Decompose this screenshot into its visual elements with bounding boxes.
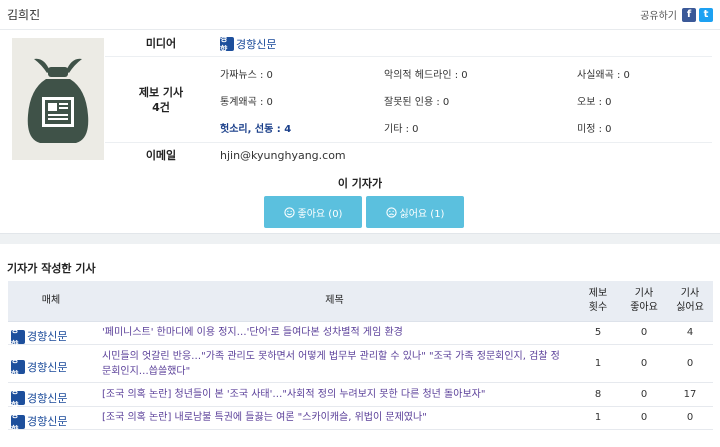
avatar bbox=[12, 38, 104, 160]
media-name: 경향신문 bbox=[236, 37, 277, 51]
article-title-link[interactable]: [조국 의혹 논란] 청년들이 본 '조국 사태'…"사회적 정의 누려보지 못… bbox=[94, 382, 575, 407]
stat-other: 기타 : 0 bbox=[384, 124, 419, 135]
row-likes: 0 bbox=[621, 321, 667, 345]
money-bag-newspaper-icon bbox=[27, 58, 89, 143]
stat-malicious-headline: 악의적 헤드라인 : 0 bbox=[384, 70, 468, 81]
row-reports: 1 bbox=[575, 344, 621, 383]
row-media: 경향신문 bbox=[27, 360, 68, 374]
media-link[interactable]: 경향 경향신문 bbox=[11, 325, 68, 349]
dislike-label: 싫어요 (1) bbox=[399, 208, 445, 220]
reporter-card: 김희진 공유하기 f t 미디어 경향 경향신문 제보 기사 4건 가짜뉴스:… bbox=[0, 0, 720, 234]
table-row[interactable]: 경향 경향신문 [조국 의혹 논란] 내로남불 특권에 들끓는 여론 "스카이캐슬… bbox=[8, 406, 713, 434]
reporter-header: 김희진 공유하기 f t bbox=[0, 0, 720, 30]
twitter-share-icon[interactable]: t bbox=[699, 7, 713, 22]
row-reports: 5 bbox=[575, 321, 621, 345]
col-likes: 기사 좋아요 bbox=[621, 281, 667, 322]
like-label: 좋아요 (0) bbox=[297, 208, 343, 220]
table-row[interactable]: 경향 경향신문 [조국 의혹 논란] 청년들이 본 '조국 사태'…"사회적 정의… bbox=[8, 382, 713, 410]
articles-card: 기자가 작성한 기사 매체 제목 제보 횟수 기사 좋아요 기사 싫어요 경향 경향신문… bbox=[0, 244, 720, 447]
smile-icon bbox=[283, 206, 295, 218]
stat-nonsense-agitation: 헛소리, 선동 : 4 bbox=[220, 124, 292, 135]
reports-label-line1: 제보 기사 bbox=[138, 85, 184, 99]
table-row[interactable]: 경향 경향신문 '페미니스트' 한마디에 이용 정지…'단어'로 들여다본 성차별… bbox=[8, 321, 713, 349]
share-bar: 공유하기 f t bbox=[640, 7, 713, 22]
col-title: 제목 bbox=[94, 281, 575, 322]
reports-count: 4건 bbox=[152, 100, 170, 114]
row-likes: 0 bbox=[621, 406, 667, 430]
media-link[interactable]: 경향 경향신문 bbox=[11, 355, 68, 379]
stat-undecided: 미정 : 0 bbox=[577, 124, 612, 135]
media-link[interactable]: 경향 경향신문 bbox=[220, 34, 277, 54]
media-label: 미디어 bbox=[145, 37, 177, 50]
kyunghyang-logo-icon: 경향 bbox=[220, 34, 234, 54]
frown-icon bbox=[385, 206, 397, 218]
reports-label: 제보 기사 4건 bbox=[105, 57, 217, 142]
like-button[interactable]: 좋아요 (0) bbox=[264, 196, 362, 228]
share-label: 공유하기 bbox=[640, 11, 677, 22]
stat-fake-news: 가짜뉴스 : 0 bbox=[220, 70, 273, 81]
row-dislikes: 4 bbox=[667, 321, 713, 345]
article-title-link[interactable]: [조국 의혹 논란] 내로남불 특권에 들끓는 여론 "스카이캐슬, 위법이 문… bbox=[94, 406, 575, 430]
articles-table: 매체 제목 제보 횟수 기사 좋아요 기사 싫어요 경향 경향신문 '페미니스트' 한마… bbox=[8, 281, 713, 434]
reaction-section: 이 기자가 좋아요 (0) 싫어요 (1) bbox=[0, 168, 720, 234]
kyunghyang-logo-icon: 경향 bbox=[11, 386, 25, 410]
email-value: hjin@kyunghyang.com bbox=[220, 148, 346, 162]
stat-wrong-quote: 잘못된 인용 : 0 bbox=[384, 97, 450, 108]
media-link[interactable]: 경향 경향신문 bbox=[11, 410, 68, 434]
stat-fact-distortion: 사실왜곡 : 0 bbox=[577, 70, 630, 81]
dislike-button[interactable]: 싫어요 (1) bbox=[366, 196, 464, 228]
row-dislikes: 0 bbox=[667, 344, 713, 383]
row-media: 경향신문 bbox=[27, 415, 68, 428]
kyunghyang-logo-icon: 경향 bbox=[11, 355, 25, 379]
profile-info-grid: 미디어 경향 경향신문 제보 기사 4건 가짜뉴스 : 0 악의적 헤드라인:… bbox=[105, 31, 712, 167]
reporter-name: 김희진 bbox=[7, 8, 41, 22]
row-dislikes: 17 bbox=[667, 382, 713, 407]
email-label: 이메일 bbox=[145, 148, 177, 162]
row-likes: 0 bbox=[621, 382, 667, 407]
col-reports: 제보 횟수 bbox=[575, 281, 621, 322]
article-title-link[interactable]: '페미니스트' 한마디에 이용 정지…'단어'로 들여다본 성차별적 게임 환경 bbox=[94, 321, 575, 345]
reaction-title: 이 기자가 bbox=[337, 177, 383, 190]
kyunghyang-logo-icon: 경향 bbox=[11, 410, 25, 434]
article-title-link[interactable]: 시민들의 엇갈린 반응…"가족 관리도 못하면서 어떻게 법무부 관리할 수 있… bbox=[94, 344, 575, 383]
table-row[interactable]: 경향 경향신문 시민들의 엇갈린 반응…"가족 관리도 못하면서 어떻게 법무부 … bbox=[8, 344, 713, 383]
kyunghyang-logo-icon: 경향 bbox=[11, 325, 25, 349]
articles-section-title: 기자가 작성한 기사 bbox=[7, 262, 96, 275]
row-dislikes: 0 bbox=[667, 406, 713, 430]
row-media: 경향신문 bbox=[27, 391, 68, 405]
media-link[interactable]: 경향 경향신문 bbox=[11, 386, 68, 410]
reporter-profile: 미디어 경향 경향신문 제보 기사 4건 가짜뉴스 : 0 악의적 헤드라인:… bbox=[8, 31, 712, 167]
reports-row: 제보 기사 4건 가짜뉴스 : 0 악의적 헤드라인 : 0 사실왜곡 : 0 … bbox=[105, 57, 712, 143]
email-row: 이메일 hjin@kyunghyang.com bbox=[105, 143, 712, 167]
col-dislikes: 기사 싫어요 bbox=[667, 281, 713, 322]
row-media: 경향신문 bbox=[27, 330, 68, 343]
row-reports: 1 bbox=[575, 406, 621, 430]
stat-misreport: 오보 : 0 bbox=[577, 97, 612, 108]
stat-statistics-distortion: 통계왜곡 : 0 bbox=[220, 97, 273, 108]
table-header-row: 매체 제목 제보 횟수 기사 좋아요 기사 싫어요 bbox=[8, 281, 713, 322]
col-media: 매체 bbox=[8, 281, 94, 322]
row-reports: 8 bbox=[575, 382, 621, 407]
media-row: 미디어 경향 경향신문 bbox=[105, 31, 712, 57]
facebook-share-icon[interactable]: f bbox=[682, 7, 696, 22]
row-likes: 0 bbox=[621, 344, 667, 383]
report-stats: 가짜뉴스 : 0 악의적 헤드라인 : 0 사실왜곡 : 0 통계왜곡 : 0 … bbox=[220, 57, 712, 142]
